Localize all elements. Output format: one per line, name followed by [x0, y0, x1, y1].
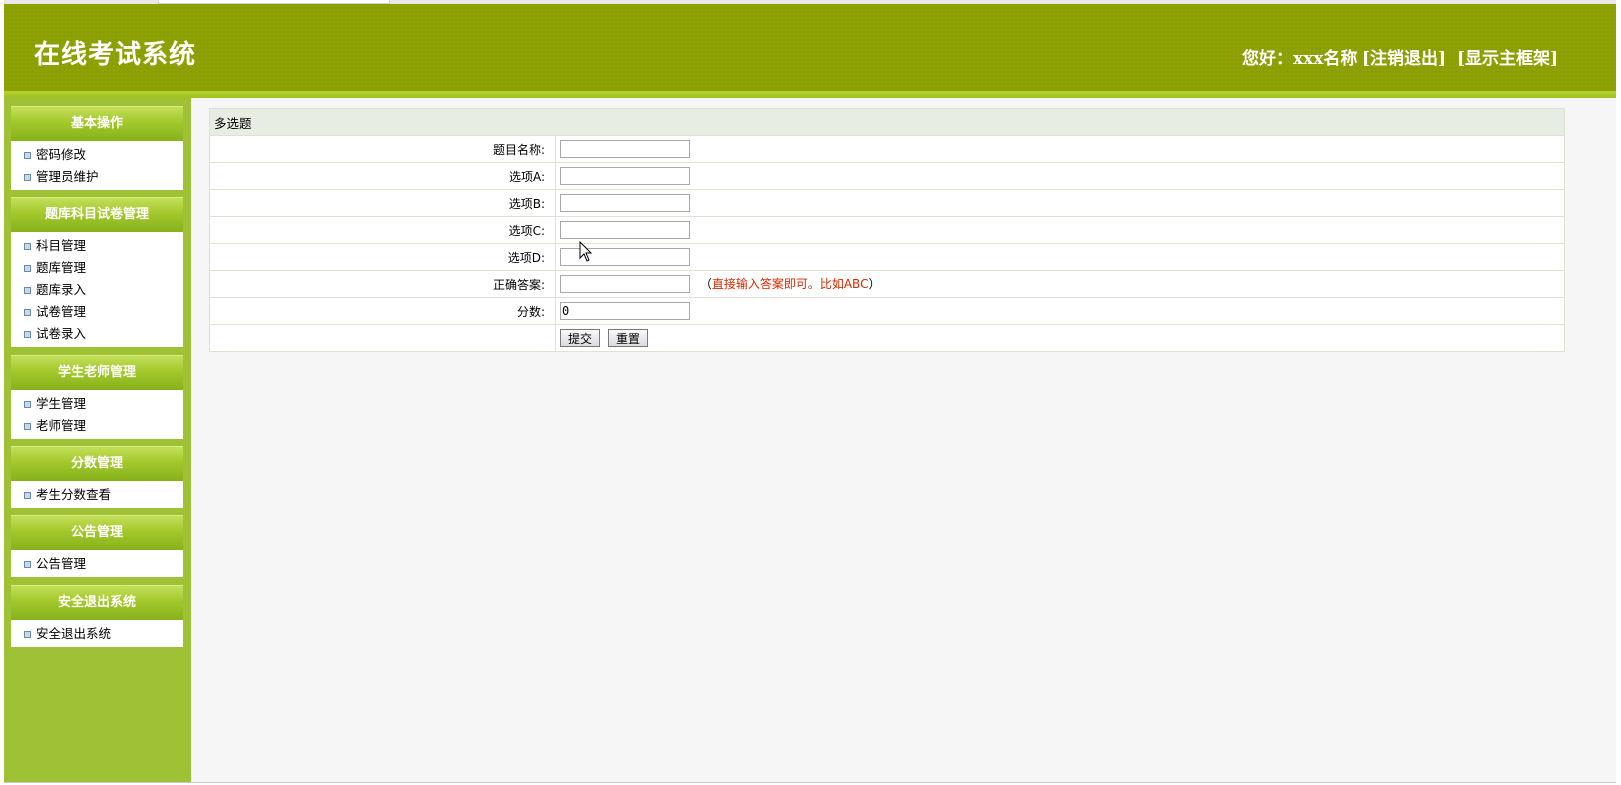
menu-group-title[interactable]: 学生老师管理 [11, 355, 183, 390]
menu-group-basic: 基本操作 密码修改 管理员维护 [11, 106, 183, 190]
sidebar-item-subjects[interactable]: 科目管理 [11, 235, 183, 257]
menu-group-question-bank: 题库科目试卷管理 科目管理 题库管理 题库录入 试卷管理 试卷录入 [11, 197, 183, 347]
bullet-icon [24, 309, 31, 316]
menu-group-title[interactable]: 题库科目试卷管理 [11, 197, 183, 232]
sidebar-item-label: 公告管理 [36, 556, 87, 571]
menu-group-items: 公告管理 [11, 550, 183, 577]
sidebar-item-label: 试卷录入 [36, 326, 87, 341]
option-b-input[interactable] [560, 194, 690, 212]
header-divider [4, 91, 1616, 98]
menu-group-title[interactable]: 分数管理 [11, 446, 183, 481]
empty-cell [209, 324, 556, 352]
submit-button[interactable]: 提交 [560, 329, 601, 347]
hint-open-paren: （ [699, 276, 712, 291]
sidebar-item-label: 试卷管理 [36, 304, 87, 319]
header: 在线考试系统 您好：xxx名称 [注销退出] [显示主框架] [4, 4, 1616, 91]
bullet-icon [24, 492, 31, 499]
option-a-input[interactable] [560, 167, 690, 185]
menu-group-notices: 公告管理 公告管理 [11, 515, 183, 577]
menu-group-logout: 安全退出系统 安全退出系统 [11, 585, 183, 647]
sidebar-item-view-scores[interactable]: 考生分数查看 [11, 484, 183, 506]
score-label: 分数: [209, 297, 556, 325]
reset-button[interactable]: 重置 [608, 329, 649, 347]
multiple-choice-form: 多选题 题目名称: 选项A: 选项B: 选项C: 选项D: 正确答案: （直接输… [209, 108, 1565, 352]
user-greeting: 您好：xxx名称 [1242, 49, 1358, 69]
sidebar-item-question-bank[interactable]: 题库管理 [11, 257, 183, 279]
option-c-label: 选项C: [209, 216, 556, 244]
hint-text: 直接输入答案即可。比如ABC [711, 276, 869, 291]
answer-hint: （直接输入答案即可。比如ABC） [700, 277, 881, 291]
app-window: 在线考试系统 您好：xxx名称 [注销退出] [显示主框架] 基本操作 密码修改… [4, 0, 1616, 783]
bullet-icon [24, 152, 31, 159]
menu-group-items: 考生分数查看 [11, 481, 183, 508]
form-row: 选项A: [209, 162, 1565, 190]
sidebar-item-label: 题库管理 [36, 260, 87, 275]
hint-close-paren: ） [868, 276, 881, 291]
form-row: 正确答案: （直接输入答案即可。比如ABC） [209, 270, 1565, 298]
question-name-label: 题目名称: [209, 135, 556, 163]
form-row: 选项D: [209, 243, 1565, 271]
sidebar: 基本操作 密码修改 管理员维护 题库科目试卷管理 科目管理 题库管理 题库录入 … [4, 98, 191, 782]
main-content: 多选题 题目名称: 选项A: 选项B: 选项C: 选项D: 正确答案: （直接输… [191, 98, 1616, 782]
bullet-icon [24, 243, 31, 250]
correct-answer-input[interactable] [560, 275, 690, 294]
sidebar-item-label: 老师管理 [36, 418, 87, 433]
sidebar-item-label: 管理员维护 [36, 169, 99, 184]
bullet-icon [24, 423, 31, 430]
question-name-input[interactable] [560, 140, 690, 158]
sidebar-item-label: 考生分数查看 [36, 487, 112, 502]
mouse-pointer-icon [579, 241, 593, 262]
bullet-icon [24, 561, 31, 568]
sidebar-item-label: 题库录入 [36, 282, 87, 297]
sidebar-item-label: 安全退出系统 [36, 626, 112, 641]
sidebar-item-paper-entry[interactable]: 试卷录入 [11, 323, 183, 345]
show-main-frame-link[interactable]: [显示主框架] [1457, 44, 1558, 69]
menu-group-items: 密码修改 管理员维护 [11, 141, 183, 190]
form-row: 选项B: [209, 189, 1565, 217]
sidebar-item-notices[interactable]: 公告管理 [11, 553, 183, 575]
bullet-icon [24, 331, 31, 338]
menu-group-title[interactable]: 基本操作 [11, 106, 183, 141]
form-title: 多选题 [209, 108, 1565, 136]
bullet-icon [24, 631, 31, 638]
sidebar-item-paper-management[interactable]: 试卷管理 [11, 301, 183, 323]
option-c-input[interactable] [560, 221, 690, 239]
form-row: 题目名称: [209, 135, 1565, 163]
option-a-label: 选项A: [209, 162, 556, 190]
menu-group-items: 科目管理 题库管理 题库录入 试卷管理 试卷录入 [11, 232, 183, 347]
bullet-icon [24, 287, 31, 294]
correct-answer-label: 正确答案: [209, 270, 556, 298]
bullet-icon [24, 174, 31, 181]
score-input[interactable] [560, 302, 690, 320]
sidebar-item-label: 科目管理 [36, 238, 87, 253]
menu-group-title[interactable]: 安全退出系统 [11, 585, 183, 620]
app-title: 在线考试系统 [34, 40, 197, 70]
sidebar-item-label: 学生管理 [36, 396, 87, 411]
sidebar-item-admin-maintenance[interactable]: 管理员维护 [11, 166, 183, 188]
sidebar-item-students[interactable]: 学生管理 [11, 393, 183, 415]
logout-link[interactable]: [注销退出] [1362, 44, 1446, 69]
sidebar-item-label: 密码修改 [36, 147, 87, 162]
option-b-label: 选项B: [209, 189, 556, 217]
sidebar-item-change-password[interactable]: 密码修改 [11, 144, 183, 166]
menu-group-students-teachers: 学生老师管理 学生管理 老师管理 [11, 355, 183, 439]
sidebar-item-question-entry[interactable]: 题库录入 [11, 279, 183, 301]
form-row: 分数: [209, 297, 1565, 325]
bullet-icon [24, 265, 31, 272]
menu-group-items: 安全退出系统 [11, 620, 183, 647]
bullet-icon [24, 401, 31, 408]
sidebar-item-teachers[interactable]: 老师管理 [11, 415, 183, 437]
form-title-row: 多选题 [209, 108, 1565, 136]
option-d-label: 选项D: [209, 243, 556, 271]
form-actions-row: 提交 重置 [209, 324, 1565, 352]
form-row: 选项C: [209, 216, 1565, 244]
sidebar-item-safe-logout[interactable]: 安全退出系统 [11, 623, 183, 645]
menu-group-title[interactable]: 公告管理 [11, 515, 183, 550]
menu-group-scores: 分数管理 考生分数查看 [11, 446, 183, 508]
menu-group-items: 学生管理 老师管理 [11, 390, 183, 439]
